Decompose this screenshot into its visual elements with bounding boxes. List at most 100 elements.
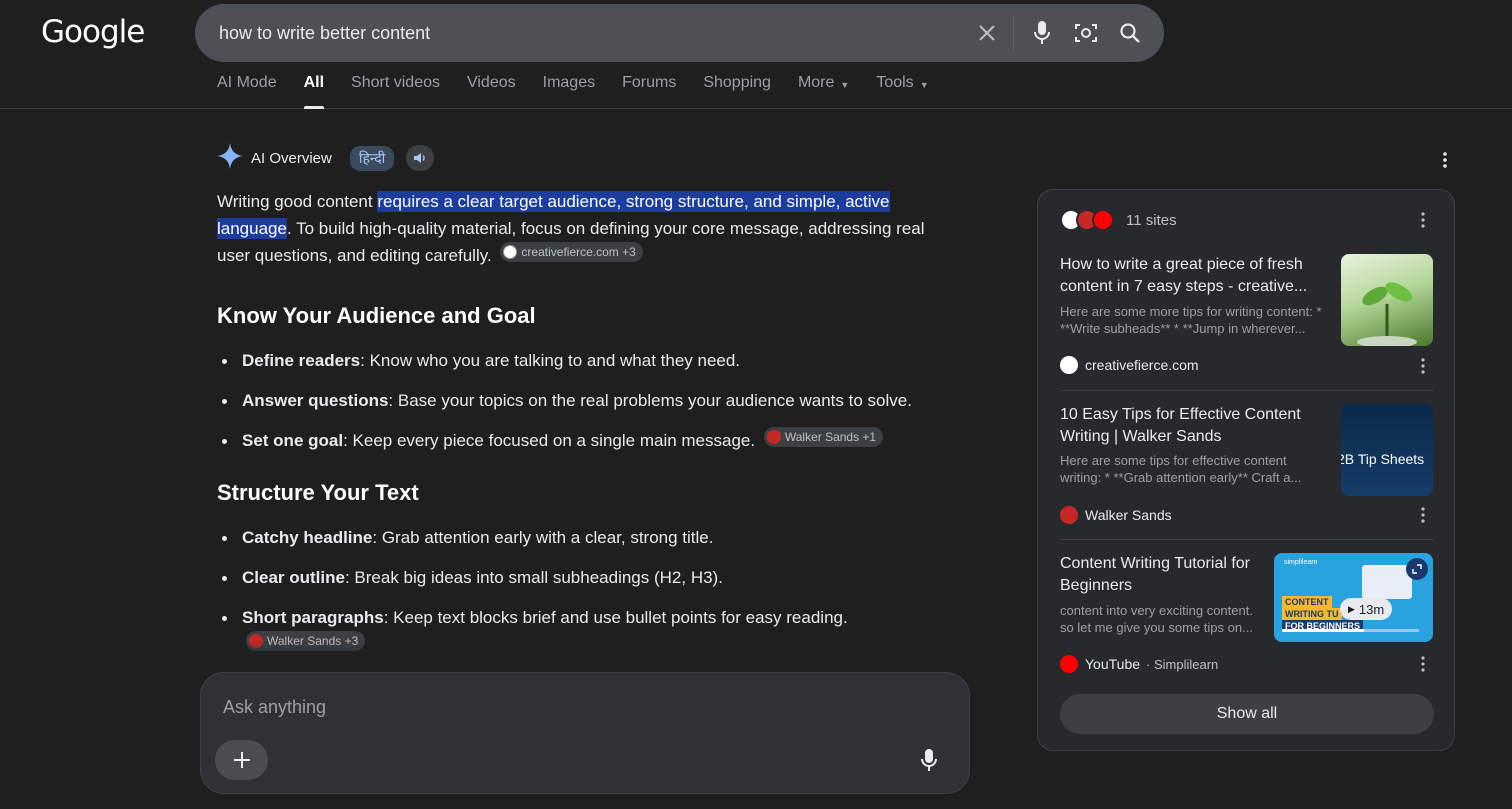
source-favicons (1060, 209, 1114, 231)
section-heading: Structure Your Text (217, 480, 419, 505)
header: Google how to write better content AI Mo… (0, 0, 1512, 109)
creativefierce-favicon (503, 245, 518, 259)
ask-input[interactable]: Ask anything (223, 697, 326, 718)
list-item: Clear outline: Break big ideas into smal… (217, 564, 917, 591)
source-site: YouTube · Simplilearn (1060, 654, 1218, 674)
plant-thumbnail[interactable] (1341, 254, 1433, 346)
section-heading: Know Your Audience and Goal (217, 303, 536, 328)
divider (1060, 390, 1434, 391)
source-site: Walker Sands (1060, 505, 1172, 525)
item-text: : Keep text blocks brief and use bullet … (383, 608, 848, 627)
youtube-favicon (1092, 209, 1114, 231)
thumbnail-illustration (1362, 565, 1412, 599)
video-thumbnail[interactable]: simplilearn CONTENT WRITING TU FOR BEGIN… (1274, 553, 1433, 642)
thumbnail-text: 2B Tip Sheets (1341, 451, 1425, 467)
item-term: Catchy headline (242, 528, 373, 547)
tab-ai-mode[interactable]: AI Mode (217, 74, 277, 109)
citation-chip[interactable]: Walker Sands +1 (763, 427, 884, 447)
source-name: creativefierce.com (1085, 357, 1199, 373)
source-title[interactable]: 10 Easy Tips for Effective Content Writi… (1060, 404, 1330, 448)
citation-label: Walker Sands +1 (784, 430, 877, 444)
divider (1060, 539, 1434, 540)
citation-label: creativefierce.com +3 (521, 245, 636, 259)
caret-down-icon: ▼ (919, 80, 929, 90)
clear-icon[interactable] (973, 19, 1001, 47)
channel-name: · Simplilearn (1146, 656, 1219, 672)
caret-down-icon: ▼ (840, 80, 850, 90)
source-card[interactable]: 10 Easy Tips for Effective Content Writi… (1060, 404, 1434, 532)
ai-overview-title: AI Overview (251, 149, 332, 167)
intro-text: Writing good content (217, 192, 373, 211)
more-options-icon[interactable] (1415, 655, 1431, 673)
tab-label: Forums (622, 74, 677, 91)
show-all-button[interactable]: Show all (1060, 694, 1434, 734)
add-button[interactable] (215, 740, 268, 780)
tab-label: AI Mode (217, 74, 277, 91)
tab-label: Videos (466, 74, 516, 91)
bullet-list: Define readers: Know who you are talking… (217, 347, 947, 454)
list-item: Set one goal: Keep every piece focused o… (217, 427, 917, 454)
search-divider (1013, 16, 1014, 50)
sparkle-icon (217, 142, 243, 174)
search-input[interactable]: how to write better content (219, 23, 430, 44)
search-icon[interactable] (1116, 19, 1144, 47)
tab-label: Short videos (351, 74, 440, 91)
tab-images[interactable]: Images (543, 74, 595, 109)
camera-lens-icon[interactable] (1072, 19, 1100, 47)
bullet-list: Catchy headline: Grab attention early wi… (217, 524, 947, 658)
plus-icon (233, 752, 250, 768)
ask-box[interactable]: Ask anything (200, 672, 970, 794)
tab-label: Shopping (703, 74, 771, 91)
citation-chip[interactable]: creativefierce.com +3 (500, 242, 643, 262)
item-term: Short paragraphs (242, 608, 384, 627)
listen-button[interactable] (406, 145, 435, 171)
item-term: Define readers (242, 351, 361, 370)
more-options-icon[interactable] (1436, 150, 1454, 170)
sources-header[interactable]: 11 sites (1060, 208, 1177, 232)
list-item: Answer questions: Base your topics on th… (217, 387, 917, 414)
source-snippet: Here are some tips for effective content… (1060, 453, 1302, 485)
speaker-icon (414, 153, 426, 163)
play-icon: ▶ (1348, 603, 1355, 614)
tab-more[interactable]: More ▼ (798, 74, 849, 109)
tab-short-videos[interactable]: Short videos (351, 74, 440, 109)
source-site: creativefierce.com (1060, 355, 1199, 375)
duration-badge: ▶ 13m (1340, 598, 1393, 620)
list-item: Catchy headline: Grab attention early wi… (217, 524, 917, 551)
source-card[interactable]: Content Writing Tutorial for Beginners c… (1060, 553, 1434, 678)
source-title[interactable]: How to write a great piece of fresh cont… (1060, 254, 1330, 298)
more-options-icon[interactable] (1415, 357, 1431, 375)
microphone-icon[interactable] (917, 748, 941, 772)
walker-sands-favicon (1060, 506, 1078, 524)
item-text: : Know who you are talking to and what t… (360, 351, 741, 370)
tab-videos[interactable]: Videos (467, 74, 516, 109)
ai-overview-content: Writing good content requires a clear ta… (217, 188, 947, 670)
tab-forums[interactable]: Forums (622, 74, 676, 109)
tab-all[interactable]: All (303, 74, 325, 109)
source-name: Walker Sands (1085, 507, 1172, 523)
google-logo[interactable]: Google (41, 14, 145, 50)
more-options-icon[interactable] (1415, 506, 1431, 524)
tab-shopping[interactable]: Shopping (703, 74, 771, 109)
search-tabs: AI Mode All Short videos Videos Images F… (217, 74, 956, 109)
source-name: YouTube (1085, 656, 1141, 672)
expand-icon[interactable] (1406, 558, 1428, 580)
tip-sheets-thumbnail[interactable]: 2B Tip Sheets (1341, 404, 1433, 496)
overview-intro: Writing good content requires a clear ta… (217, 188, 937, 269)
language-chip[interactable]: हिन्दी (349, 145, 395, 171)
thumbnail-brand: simplilearn (1284, 559, 1318, 566)
item-term: Answer questions (242, 391, 389, 410)
tab-tools[interactable]: Tools ▼ (876, 74, 928, 109)
tab-label: More (797, 74, 835, 91)
microphone-icon[interactable] (1028, 19, 1056, 47)
duration-label: 13m (1358, 601, 1385, 617)
tab-label: Tools (876, 74, 914, 91)
tab-label: Images (542, 74, 596, 91)
more-options-icon[interactable] (1415, 211, 1431, 229)
sites-count: 11 sites (1126, 211, 1177, 229)
source-card[interactable]: How to write a great piece of fresh cont… (1060, 254, 1434, 382)
progress-fill (1282, 629, 1365, 632)
item-term: Set one goal (242, 431, 344, 450)
source-title[interactable]: Content Writing Tutorial for Beginners (1060, 553, 1260, 597)
search-bar[interactable]: how to write better content (195, 4, 1164, 62)
